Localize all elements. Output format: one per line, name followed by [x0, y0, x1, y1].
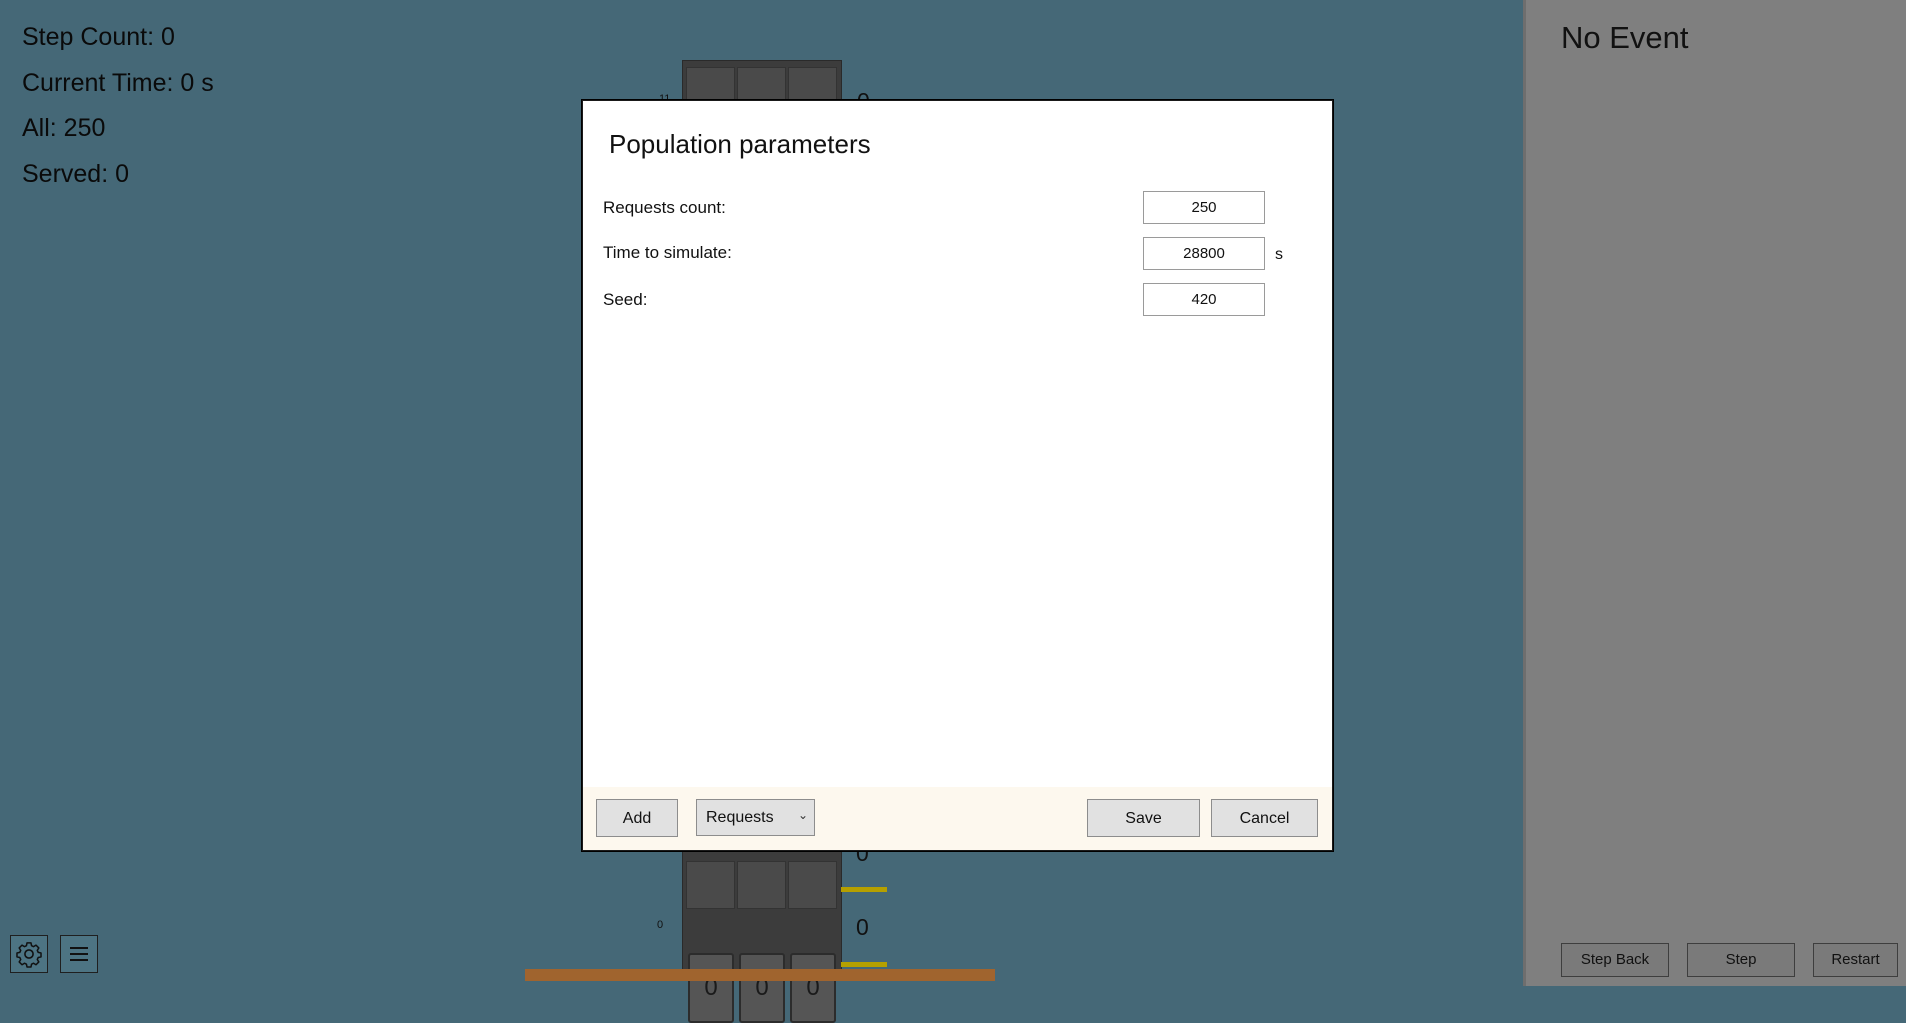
all-count-text: All: 250 [22, 114, 106, 142]
requests-count-label: Requests count: [603, 198, 726, 217]
time-to-simulate-label: Time to simulate: [603, 243, 732, 262]
time-to-simulate-input[interactable] [1143, 237, 1265, 270]
hamburger-menu-icon [70, 947, 88, 961]
type-select-value: Requests [706, 809, 774, 826]
step-back-button[interactable]: Step Back [1561, 943, 1669, 977]
panel-divider [1523, 0, 1526, 986]
served-count-text: Served: 0 [22, 159, 130, 188]
seed-input[interactable] [1143, 283, 1265, 316]
add-button[interactable]: Add [596, 799, 678, 837]
elevator-car: 0 [688, 953, 734, 1023]
time-unit-label: s [1275, 246, 1283, 263]
elevator-car: 0 [739, 953, 785, 1023]
type-select[interactable]: Requests ⌄ [696, 799, 815, 836]
shaft-cell [737, 861, 786, 909]
current-time-text: Current Time: 0 s [22, 68, 214, 97]
requests-count-input[interactable] [1143, 191, 1265, 224]
floor-waiting-count: 0 [856, 914, 869, 940]
shaft-cell [686, 861, 735, 909]
menu-button[interactable] [60, 935, 98, 973]
floor-label: 0 [657, 919, 664, 931]
shaft-cell [788, 861, 837, 909]
seed-label: Seed: [603, 290, 648, 309]
restart-button[interactable]: Restart [1813, 943, 1898, 977]
step-button[interactable]: Step [1687, 943, 1795, 977]
dialog-title: Population parameters [609, 129, 871, 159]
ground [525, 969, 995, 981]
event-panel: No Event Step Back Step Restart [1523, 0, 1906, 986]
step-count-text: Step Count: 0 [22, 23, 175, 51]
floor-marker [841, 962, 887, 967]
elevator-car: 0 [790, 953, 836, 1023]
floor-marker [841, 887, 887, 892]
population-parameters-dialog: Population parameters Requests count: Ti… [582, 100, 1333, 851]
stats-panel: Step Count: 0 Current Time: 0 s All: 250… [22, 18, 214, 200]
cancel-button[interactable]: Cancel [1211, 799, 1318, 837]
event-title: No Event [1561, 20, 1689, 55]
dialog-footer: Add Requests ⌄ Save Cancel [583, 787, 1332, 850]
settings-button[interactable] [10, 935, 48, 973]
save-button[interactable]: Save [1087, 799, 1200, 837]
chevron-down-icon: ⌄ [797, 808, 808, 822]
gear-icon [16, 942, 42, 968]
